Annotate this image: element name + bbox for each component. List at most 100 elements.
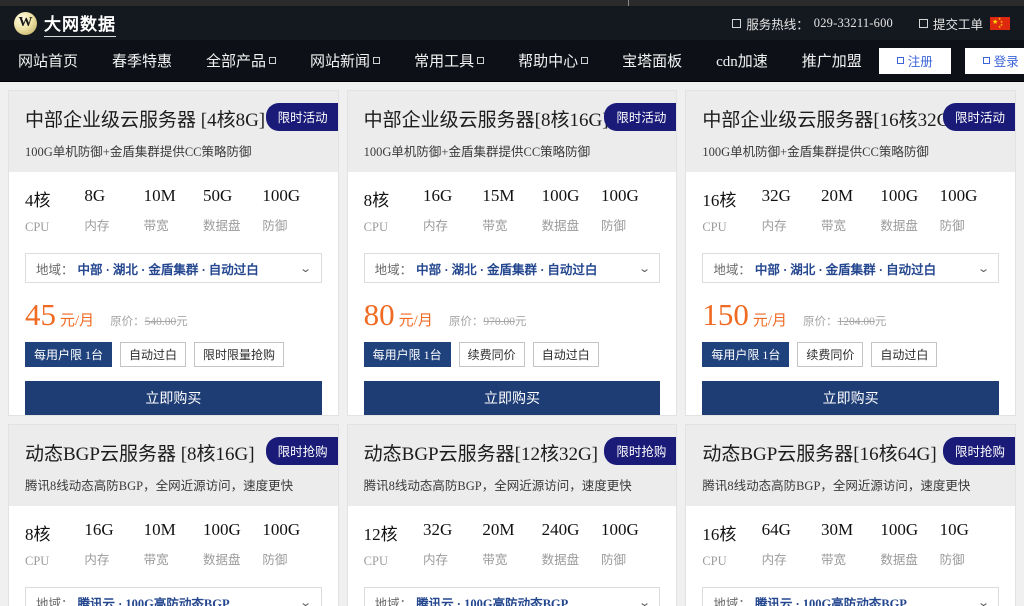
region-selector[interactable]: 地域： 中部 · 湖北 · 金盾集群 · 自动过白 ⌄ xyxy=(25,253,322,283)
card-subtitle: 腾讯8线动态高防BGP，全网近源访问，速度更快 xyxy=(363,479,632,493)
region-label: 地域： xyxy=(36,262,74,277)
login-button[interactable]: 登录 xyxy=(964,47,1024,74)
spec-value: 100G xyxy=(262,186,301,205)
nav-item-7[interactable]: 宝塔面板 xyxy=(605,50,699,71)
spec-label: CPU xyxy=(702,220,727,234)
nav-item-label: 帮助中心 xyxy=(518,54,579,70)
spec-label: 内存 xyxy=(84,219,110,233)
buy-now-button[interactable]: 立即购买 xyxy=(25,381,322,415)
spec-label: 内存 xyxy=(84,553,110,567)
card-subtitle: 100G单机防御+金盾集群提供CC策略防御 xyxy=(702,145,929,159)
spec-value: 32G xyxy=(761,186,791,205)
spec-value: 100G xyxy=(939,186,978,205)
card-header: 中部企业级云服务器 [4核8G] 100G单机防御+金盾集群提供CC策略防御 限时活… xyxy=(9,91,338,172)
product-tag[interactable]: 每用户限 1台 xyxy=(702,342,790,367)
nav-item-list: 网站首页 春季特惠 全部产品 网站新闻 常用工具 帮助中心 宝塔面板 cdn加速 推广加盟 xyxy=(14,50,879,71)
card-subtitle: 腾讯8线动态高防BGP，全网近源访问，速度更快 xyxy=(25,479,294,493)
login-icon xyxy=(982,57,990,64)
spec-label: CPU xyxy=(25,554,50,568)
spec-row: 4核 CPU 8G 内存 10M 带宽 50G 数据盘 100G 防御 xyxy=(25,186,322,235)
buy-now-button[interactable]: 立即购买 xyxy=(702,381,999,415)
spec-item: 8G 内存 xyxy=(84,186,143,235)
promo-badge: 限时抢购 xyxy=(942,437,1015,465)
product-tag[interactable]: 自动过白 xyxy=(532,342,599,367)
spec-value: 16G xyxy=(84,520,114,539)
spec-label: 数据盘 xyxy=(202,219,241,233)
spec-item: 100G 数据盘 xyxy=(542,186,601,235)
product-tag[interactable]: 每用户限 1台 xyxy=(25,342,113,367)
nav-item-9[interactable]: 推广加盟 xyxy=(785,50,879,71)
region-selector[interactable]: 地域： 腾讯云 · 100G高防动态BGP ⌄ xyxy=(25,587,322,606)
product-card: 动态BGP云服务器[12核32G] 腾讯8线动态高防BGP，全网近源访问，速度更快… xyxy=(346,424,678,606)
nav-item-2[interactable]: 春季特惠 xyxy=(95,50,189,71)
region-selector[interactable]: 地域： 腾讯云 · 100G高防动态BGP ⌄ xyxy=(363,587,661,606)
price-unit: 元/月 xyxy=(752,313,787,329)
region-value: 中部 · 湖北 · 金盾集群 · 自动过白 xyxy=(77,262,259,277)
product-tag[interactable]: 限时限量抢购 xyxy=(194,342,285,367)
spec-item: 10M 带宽 xyxy=(144,186,203,235)
tag-row: 每用户限 1台 续费同价 自动过白 xyxy=(363,342,661,367)
price-amount: 80 xyxy=(363,297,395,332)
price-amount: 45 xyxy=(25,297,56,332)
spec-item: 100G 防御 xyxy=(940,186,999,235)
spec-item: 16G 内存 xyxy=(84,520,143,569)
submit-ticket-item[interactable]: 提交工单 ★ ★ ★ ★ ★ xyxy=(918,14,1010,33)
original-price: 原价：1204.00元 xyxy=(803,316,887,328)
card-subtitle: 100G单机防御+金盾集群提供CC策略防御 xyxy=(25,145,252,159)
spec-value: 100G xyxy=(880,186,919,205)
product-tag[interactable]: 续费同价 xyxy=(458,342,525,367)
register-button[interactable]: 注册 xyxy=(878,47,951,74)
promo-badge: 限时抢购 xyxy=(265,437,338,465)
spec-item: 32G 内存 xyxy=(762,186,821,235)
ticket-icon xyxy=(918,18,928,28)
spec-item: 50G 数据盘 xyxy=(203,186,262,235)
spec-row: 16核 CPU 32G 内存 20M 带宽 100G 数据盘 100G 防御 xyxy=(702,186,999,235)
region-selector[interactable]: 地域： 腾讯云 · 100G高防动态BGP ⌄ xyxy=(702,587,999,606)
nav-item-1[interactable]: 网站首页 xyxy=(14,50,95,71)
spec-item: 15M 带宽 xyxy=(482,186,541,235)
spec-label: 内存 xyxy=(761,553,787,567)
spec-item: 100G 防御 xyxy=(601,520,660,569)
nav-item-6[interactable]: 帮助中心 xyxy=(501,50,605,71)
spec-label: 带宽 xyxy=(482,553,508,567)
nav-item-4[interactable]: 网站新闻 xyxy=(293,50,397,71)
product-card: 中部企业级云服务器[8核16G] 100G单机防御+金盾集群提供CC策略防御 限时活… xyxy=(346,90,678,416)
chevron-down-icon: ⌄ xyxy=(299,596,313,606)
spec-value: 100G xyxy=(880,520,919,539)
spec-item: 10G 防御 xyxy=(940,520,999,569)
spec-value: 8核 xyxy=(25,525,51,544)
nav-item-8[interactable]: cdn加速 xyxy=(699,50,785,71)
region-label: 地域： xyxy=(713,596,751,606)
spec-label: 带宽 xyxy=(820,553,846,567)
product-card: 中部企业级云服务器 [4核8G] 100G单机防御+金盾集群提供CC策略防御 限时活… xyxy=(8,90,339,416)
buy-now-button[interactable]: 立即购买 xyxy=(363,381,661,415)
product-tag[interactable]: 每用户限 1台 xyxy=(363,342,451,367)
card-subtitle: 腾讯8线动态高防BGP，全网近源访问，速度更快 xyxy=(702,479,971,493)
card-header: 中部企业级云服务器[16核32G] 100G单机防御+金盾集群提供CC策略防御 限时… xyxy=(686,91,1015,172)
spec-label: 数据盘 xyxy=(541,219,580,233)
hotline-item[interactable]: 服务热线： 029-33211-600 xyxy=(732,14,893,33)
spec-item: 10M 带宽 xyxy=(144,520,203,569)
region-selector[interactable]: 地域： 中部 · 湖北 · 金盾集群 · 自动过白 ⌄ xyxy=(702,253,999,283)
spec-label: 内存 xyxy=(422,219,448,233)
product-tag[interactable]: 续费同价 xyxy=(797,342,864,367)
region-selector[interactable]: 地域： 中部 · 湖北 · 金盾集群 · 自动过白 ⌄ xyxy=(363,253,661,283)
spec-value: 32G xyxy=(422,520,453,539)
site-logo[interactable]: W 大网数据 xyxy=(14,10,116,37)
region-value: 腾讯云 · 100G高防动态BGP xyxy=(754,596,907,606)
price-unit: 元/月 xyxy=(60,313,95,329)
nav-item-5[interactable]: 常用工具 xyxy=(397,50,501,71)
price-row: 80 元/月 原价：970.00元 xyxy=(364,299,661,330)
product-tag[interactable]: 自动过白 xyxy=(871,342,938,367)
spec-value: 64G xyxy=(761,520,791,539)
spec-item: 100G 数据盘 xyxy=(880,520,939,569)
nav-item-label: 推广加盟 xyxy=(801,54,862,70)
spec-item: 16G 内存 xyxy=(423,186,482,235)
spec-value: 20M xyxy=(482,520,515,539)
product-tag[interactable]: 自动过白 xyxy=(120,342,187,367)
promo-badge: 限时活动 xyxy=(604,103,677,131)
spec-value: 12核 xyxy=(363,525,398,544)
original-price: 原价：970.00元 xyxy=(448,316,527,328)
price-row: 150 元/月 原价：1204.00元 xyxy=(702,299,999,330)
nav-item-3[interactable]: 全部产品 xyxy=(189,50,293,71)
